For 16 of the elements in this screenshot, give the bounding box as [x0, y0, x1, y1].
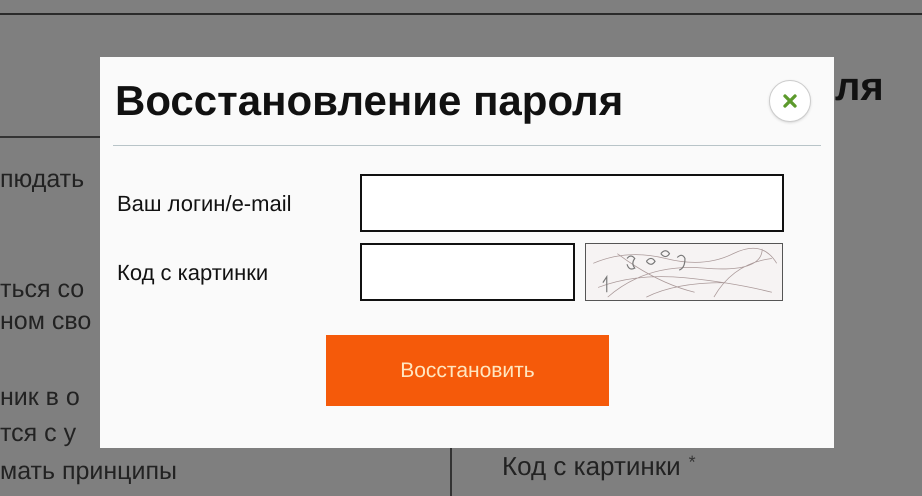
background-text: тся с у: [0, 418, 76, 448]
background-heading: ля: [835, 67, 884, 107]
background-text: ник в о: [0, 382, 80, 412]
background-text: мать принципы: [0, 456, 177, 486]
required-mark: *: [688, 453, 696, 471]
background-text: ться со: [0, 274, 84, 304]
field-label: Ваш логин/e-mail: [116, 190, 292, 218]
background-label: Код с картинки: [502, 453, 681, 479]
background-text: ном сво: [0, 306, 92, 336]
restore-button[interactable]: Восстановить: [326, 335, 609, 406]
field-label: Код с картинки: [116, 258, 270, 287]
close-button[interactable]: [769, 80, 811, 122]
login-field[interactable]: [360, 174, 784, 232]
captcha-field[interactable]: [360, 243, 575, 301]
background-text: пюдать: [0, 164, 84, 194]
dialog-title: Восстановление пароля: [114, 76, 624, 126]
